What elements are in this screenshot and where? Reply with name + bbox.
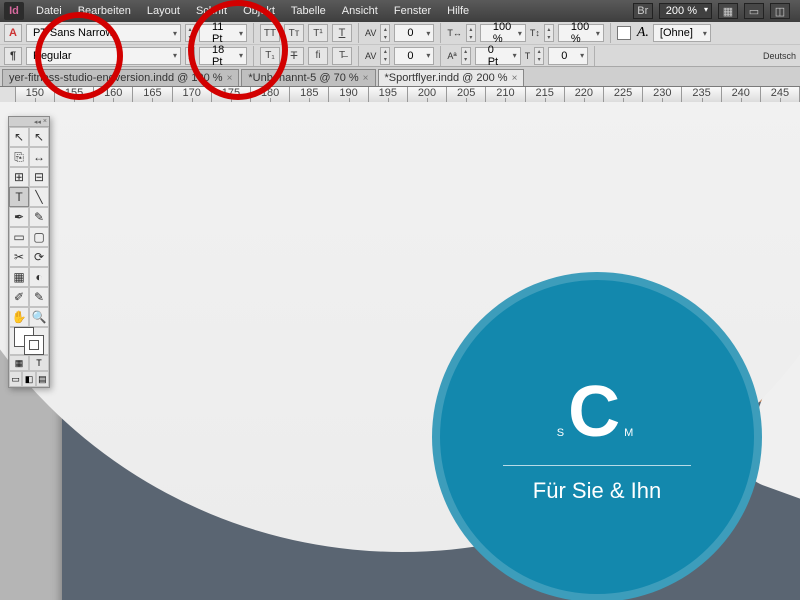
gradient-swatch[interactable]: ▦ xyxy=(9,267,29,287)
no-break-icon[interactable]: T̶ xyxy=(332,47,352,65)
rectangle-tool[interactable]: ▢ xyxy=(29,227,49,247)
menu-schrift[interactable]: Schrift xyxy=(188,5,235,17)
selection-tool[interactable]: ↖ xyxy=(9,127,29,147)
pencil-tool[interactable]: ✎ xyxy=(29,207,49,227)
baseline-field[interactable]: 0 Pt xyxy=(475,47,521,65)
zoom-tool[interactable]: 🔍 xyxy=(29,307,49,327)
baseline-stepper[interactable]: ▴▾ xyxy=(461,47,471,65)
subscript-icon[interactable]: T₁ xyxy=(260,47,280,65)
doc-tab-3[interactable]: *Sportflyer.indd @ 200 %× xyxy=(378,69,525,86)
vscale-stepper[interactable]: ▴▾ xyxy=(544,24,554,42)
view-options-icon[interactable]: ▦ xyxy=(718,3,738,19)
content-collector[interactable]: ⊞ xyxy=(9,167,29,187)
menu-ansicht[interactable]: Ansicht xyxy=(334,5,386,17)
font-style-dropdown[interactable]: Regular xyxy=(26,47,181,65)
language-label: Deutsch xyxy=(763,51,796,61)
small-caps-icon[interactable]: Tᴛ xyxy=(284,24,304,42)
document-tabs: yer-fitness-studio-endversion.indd @ 100… xyxy=(0,67,800,87)
font-size-stepper[interactable]: ▴▾ xyxy=(185,24,195,42)
direct-selection-tool[interactable]: ↖ xyxy=(29,127,49,147)
menu-objekt[interactable]: Objekt xyxy=(235,5,283,17)
character-formatting-icon[interactable]: A xyxy=(4,24,22,42)
arrange-icon[interactable]: ◫ xyxy=(770,3,790,19)
format-container-icon[interactable]: ▦ xyxy=(9,355,29,371)
fill-stroke-swatch[interactable] xyxy=(9,327,49,355)
tagline-text: Für Sie & Ihn xyxy=(533,478,661,504)
skew-field[interactable]: 0 xyxy=(548,47,588,65)
doc-tab-2[interactable]: *Unbenannt-5 @ 70 %× xyxy=(241,69,375,86)
scissors[interactable]: ✂ xyxy=(9,247,29,267)
kerning-icon: AV xyxy=(365,28,376,38)
pen-tool[interactable]: ✒ xyxy=(9,207,29,227)
tracking-field[interactable]: 0 xyxy=(394,47,434,65)
all-caps-icon[interactable]: TT xyxy=(260,24,280,42)
vscale-field[interactable]: 100 % xyxy=(558,24,604,42)
line-tool[interactable]: ╲ xyxy=(29,187,49,207)
gap-tool[interactable]: ↔ xyxy=(29,147,49,167)
paragraph-formatting-icon[interactable]: ¶ xyxy=(4,47,22,65)
leading-stepper[interactable]: ▴▾ xyxy=(185,47,195,65)
close-icon[interactable]: × xyxy=(512,73,518,84)
kerning-field[interactable]: 0 xyxy=(394,24,434,42)
rectangle-frame[interactable]: ▭ xyxy=(9,227,29,247)
ligatures-icon[interactable]: fi xyxy=(308,47,328,65)
control-panel: A PT Sans Narrow ▴▾ 11 Pt TT Tᴛ T¹ T AV … xyxy=(0,22,800,67)
character-style-dropdown[interactable]: [Ohne] xyxy=(653,24,711,42)
app-icon: Id xyxy=(4,2,24,20)
tools-panel[interactable]: ◂◂× ↖↖⎘↔⊞⊟T╲✒✎▭▢✂⟳▦◐✐✎✋🔍 ▦ T ▭ ◧ ▤ xyxy=(8,116,50,388)
note-tool[interactable]: ✐ xyxy=(9,287,29,307)
menu-datei[interactable]: Datei xyxy=(28,5,70,17)
menu-hilfe[interactable]: Hilfe xyxy=(439,5,477,17)
page-tool[interactable]: ⎘ xyxy=(9,147,29,167)
screen-mode-bleed-icon[interactable]: ▤ xyxy=(36,371,49,387)
hand-tool[interactable]: ✋ xyxy=(9,307,29,327)
screen-mode-icon[interactable]: ▭ xyxy=(744,3,764,19)
superscript-icon[interactable]: T¹ xyxy=(308,24,328,42)
zoom-level[interactable]: 200 % xyxy=(659,3,712,19)
transform[interactable]: ⟳ xyxy=(29,247,49,267)
tracking-stepper[interactable]: ▴▾ xyxy=(380,47,390,65)
format-text-icon[interactable]: T xyxy=(29,355,49,371)
hscale-field[interactable]: 100 % xyxy=(480,24,526,42)
menu-tabelle[interactable]: Tabelle xyxy=(283,5,334,17)
menu-layout[interactable]: Layout xyxy=(139,5,188,17)
page[interactable]: SCM Für Sie & Ihn xyxy=(62,102,800,600)
screen-mode-preview-icon[interactable]: ◧ xyxy=(22,371,35,387)
skew-icon: T xyxy=(525,51,531,61)
close-icon[interactable]: × xyxy=(363,73,369,84)
document-canvas[interactable]: SCM Für Sie & Ihn xyxy=(0,102,800,600)
logo-text: SCM xyxy=(557,371,638,453)
kerning-stepper[interactable]: ▴▾ xyxy=(380,24,390,42)
bridge-icon[interactable]: Br xyxy=(633,3,653,19)
panel-header[interactable]: ◂◂× xyxy=(9,117,49,127)
logo-circle[interactable]: SCM Für Sie & Ihn xyxy=(432,272,762,600)
tracking-icon: AV xyxy=(365,51,376,61)
charstyle-icon: A. xyxy=(637,25,649,41)
menu-fenster[interactable]: Fenster xyxy=(386,5,439,17)
menu-bearbeiten[interactable]: Bearbeiten xyxy=(70,5,139,17)
vscale-icon: T↕ xyxy=(530,28,540,38)
font-size-field[interactable]: 11 Pt xyxy=(199,24,247,42)
strikethrough-icon[interactable]: T xyxy=(284,47,304,65)
underline-icon[interactable]: T xyxy=(332,24,352,42)
font-family-dropdown[interactable]: PT Sans Narrow xyxy=(26,24,181,42)
skew-stepper[interactable]: ▴▾ xyxy=(534,47,544,65)
menu-bar: Id Datei Bearbeiten Layout Schrift Objek… xyxy=(0,0,800,22)
content-placer[interactable]: ⊟ xyxy=(29,167,49,187)
fill-swatch[interactable] xyxy=(617,26,631,40)
horizontal-ruler[interactable]: 150155 160165 170175 180185 190195 20020… xyxy=(0,87,800,103)
close-icon[interactable]: × xyxy=(227,73,233,84)
baseline-shift-icon: Aª xyxy=(447,51,456,61)
leading-field[interactable]: 18 Pt xyxy=(199,47,247,65)
screen-mode-normal-icon[interactable]: ▭ xyxy=(9,371,22,387)
gradient-feather[interactable]: ◐ xyxy=(29,267,49,287)
type-tool[interactable]: T xyxy=(9,187,29,207)
hscale-icon: T↔ xyxy=(447,28,462,38)
eyedropper[interactable]: ✎ xyxy=(29,287,49,307)
doc-tab-1[interactable]: yer-fitness-studio-endversion.indd @ 100… xyxy=(2,69,239,86)
hscale-stepper[interactable]: ▴▾ xyxy=(466,24,476,42)
